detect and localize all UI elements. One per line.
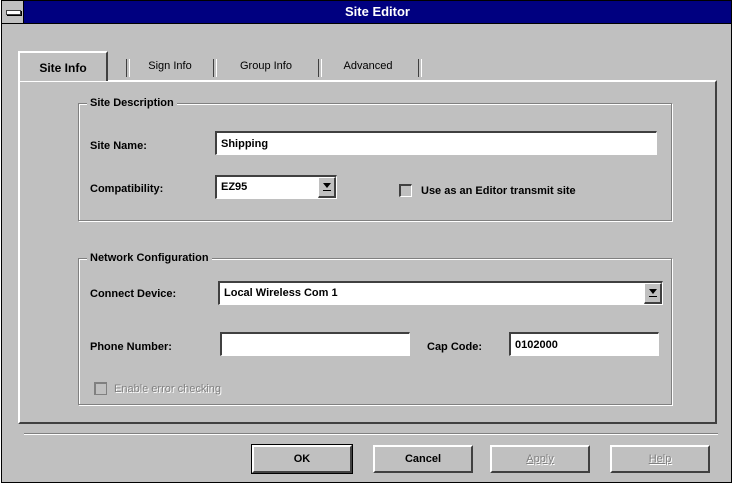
system-menu-icon[interactable] (2, 1, 24, 23)
cancel-button-label: Cancel (404, 453, 442, 465)
connect-device-dropdown[interactable]: Local Wireless Com 1 (218, 281, 663, 305)
window-title: Site Editor (344, 4, 410, 19)
connect-device-value: Local Wireless Com 1 (224, 287, 338, 299)
network-configuration-title: Network Configuration (87, 251, 212, 265)
cancel-button[interactable]: Cancel (373, 445, 473, 473)
phone-number-label: Phone Number: (90, 341, 172, 353)
tab-separator (418, 59, 422, 77)
error-checking-checkbox[interactable] (94, 382, 107, 395)
error-checking-label: Enable error checking (114, 383, 222, 395)
tab-site-info[interactable]: Site Info (18, 51, 108, 81)
tab-sign-info[interactable]: Sign Info (132, 55, 208, 79)
dropdown-arrow-icon[interactable] (644, 283, 662, 304)
tab-group-info[interactable]: Group Info (218, 55, 314, 79)
site-editor-window: Site Editor Site Info Sign Info Group In… (1, 0, 732, 483)
tab-separator (126, 59, 130, 77)
ok-button[interactable]: OK (251, 444, 353, 474)
compatibility-value: EZ95 (221, 181, 248, 193)
help-button[interactable]: Help (610, 445, 710, 473)
apply-button-label: Apply (526, 453, 554, 465)
site-description-title: Site Description (87, 96, 177, 110)
site-name-input[interactable] (215, 131, 657, 155)
tab-advanced[interactable]: Advanced (323, 55, 413, 79)
cap-code-input[interactable] (509, 332, 659, 356)
dropdown-arrow-icon[interactable] (318, 177, 336, 198)
tab-separator (213, 59, 217, 77)
site-description-group: Site Description (78, 96, 672, 221)
phone-number-input[interactable] (220, 332, 410, 356)
ok-button-label: OK (293, 453, 311, 465)
connect-device-label: Connect Device: (90, 288, 177, 300)
apply-button[interactable]: Apply (490, 445, 590, 473)
transmit-site-checkbox[interactable] (399, 184, 412, 197)
button-divider (24, 433, 718, 435)
compatibility-label: Compatibility: (90, 183, 164, 195)
cap-code-label: Cap Code: (427, 341, 482, 353)
compatibility-dropdown[interactable]: EZ95 (215, 175, 337, 199)
site-name-label: Site Name: (90, 140, 147, 152)
help-button-label: Help (648, 453, 672, 465)
tab-separator (318, 59, 322, 77)
transmit-site-label[interactable]: Use as an Editor transmit site (421, 184, 576, 198)
title-bar[interactable]: Site Editor (2, 1, 731, 24)
